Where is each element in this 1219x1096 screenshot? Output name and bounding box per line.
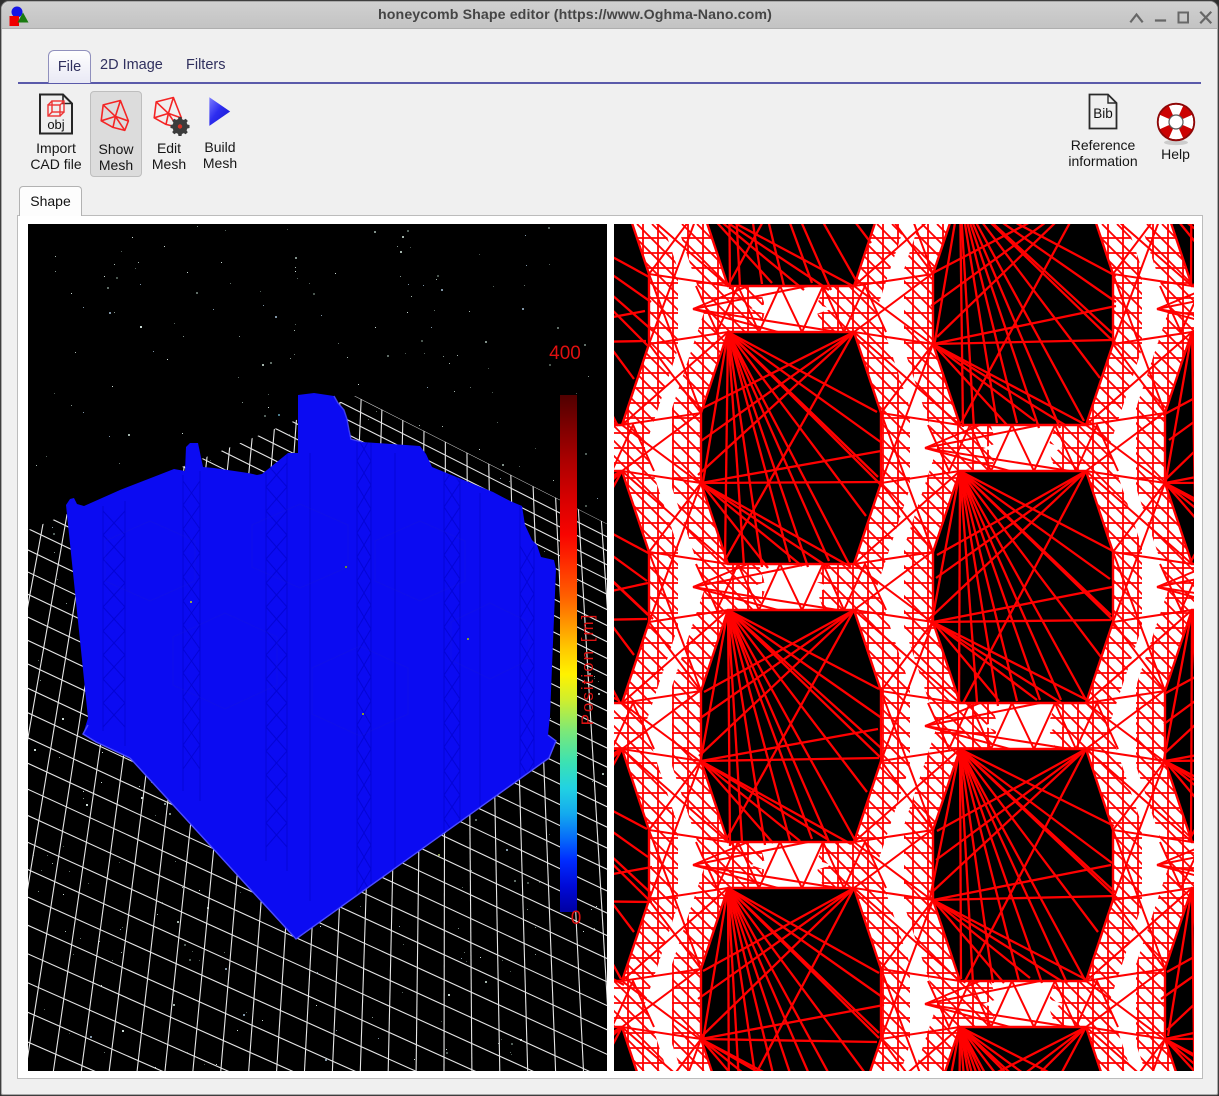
- svg-text:Position [m]: Position [m]: [578, 613, 597, 726]
- svg-text:0: 0: [571, 908, 582, 929]
- svg-text:Bib: Bib: [1093, 106, 1113, 121]
- svg-text:obj: obj: [47, 117, 64, 132]
- svg-text:400: 400: [549, 343, 581, 364]
